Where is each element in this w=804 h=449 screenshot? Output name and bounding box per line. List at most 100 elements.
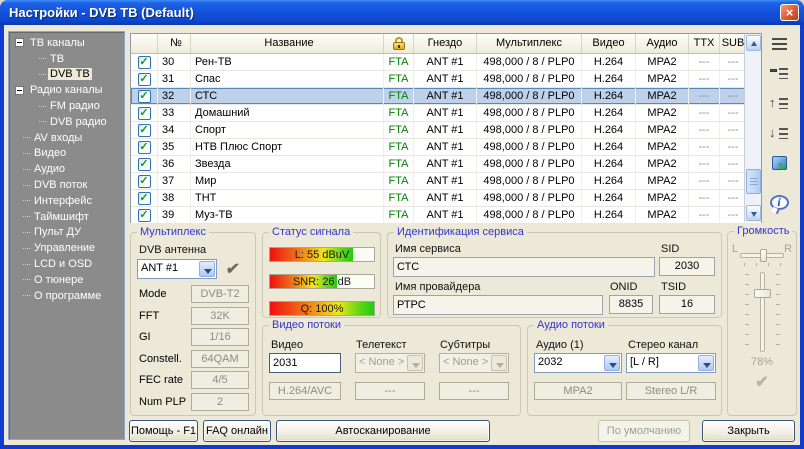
chevron-down-icon[interactable] (604, 355, 620, 371)
sidebar-item-fm-радио[interactable]: FM радио (9, 98, 124, 114)
multiplex-cell: 498,000 / 8 / PLP0 (477, 207, 582, 223)
audio-column-header[interactable]: Аудио (636, 34, 689, 53)
sidebar-item-аудио[interactable]: Аудио (9, 161, 124, 177)
sidebar-item-тв-каналы[interactable]: ТВ каналы (9, 35, 124, 51)
multiplex-column-header[interactable]: Мультиплекс (477, 34, 582, 53)
scroll-up-icon[interactable] (746, 35, 761, 51)
table-scrollbar[interactable] (744, 34, 761, 222)
sidebar-item-видео[interactable]: Видео (9, 146, 124, 162)
video-codec-cell: H.264 (582, 88, 636, 104)
apply-antenna-check-icon[interactable]: ✔ (225, 259, 241, 279)
ttx-column-header[interactable]: TTX (689, 34, 720, 53)
sidebar-item-радио-каналы[interactable]: Радио каналы (9, 82, 124, 98)
chevron-down-icon[interactable] (698, 355, 714, 371)
scroll-down-icon[interactable] (746, 205, 761, 221)
scrollbar-thumb[interactable] (746, 169, 761, 194)
sidebar-item-тв[interactable]: ТВ (9, 51, 124, 67)
close-icon[interactable]: × (780, 4, 799, 21)
tree-collapse-icon[interactable] (15, 38, 24, 47)
move-up-button[interactable]: ↑ (767, 92, 791, 114)
refresh-button[interactable] (767, 152, 791, 174)
sidebar-item-dvb-поток[interactable]: DVB поток (9, 177, 124, 193)
channel-checkbox[interactable]: ✓ (138, 124, 151, 137)
remove-channel-button[interactable] (767, 62, 791, 84)
defaults-button: По умолчанию (598, 420, 690, 442)
chevron-down-icon[interactable] (199, 261, 215, 277)
audio-codec-value: MPA2 (534, 382, 622, 400)
channel-row-37[interactable]: ✓37МирFTAANT #1498,000 / 8 / PLP0H.264MP… (131, 173, 761, 190)
sidebar-item-dvb-тв[interactable]: DVB ТВ (9, 67, 124, 83)
sub-cell: --- (720, 156, 746, 172)
video-pid-input[interactable] (269, 353, 341, 373)
sidebar-item-lcd-и-osd[interactable]: LCD и OSD (9, 256, 124, 272)
audio-pid-select[interactable]: 2032 (534, 353, 622, 373)
sidebar-item-av-входы[interactable]: AV входы (9, 130, 124, 146)
tree-line (23, 279, 30, 280)
checkbox-column-header[interactable] (131, 34, 158, 53)
channel-row-32[interactable]: ✓32СТСFTAANT #1498,000 / 8 / PLP0H.264MP… (131, 88, 761, 105)
channel-row-34[interactable]: ✓34СпортFTAANT #1498,000 / 8 / PLP0H.264… (131, 122, 761, 139)
titlebar[interactable]: Настройки - DVB ТВ (Default) × (0, 0, 804, 25)
faq-button[interactable]: FAQ онлайн (203, 420, 271, 442)
info-button[interactable] (767, 191, 791, 213)
channel-row-39[interactable]: ✓39Муз-ТВFTAANT #1498,000 / 8 / PLP0H.26… (131, 207, 761, 224)
channel-checkbox[interactable]: ✓ (138, 107, 151, 120)
channel-row-36[interactable]: ✓36ЗвездаFTAANT #1498,000 / 8 / PLP0H.26… (131, 156, 761, 173)
sidebar-item-label: Интерфейс (32, 195, 94, 207)
antenna-select[interactable]: ANT #1 (137, 259, 217, 279)
channel-number: 39 (158, 207, 191, 223)
channel-checkbox[interactable]: ✓ (138, 175, 151, 188)
lock-column-header[interactable] (384, 34, 414, 53)
autoscan-button[interactable]: Автосканирование (276, 420, 490, 442)
sidebar-item-таймшифт[interactable]: Таймшифт (9, 209, 124, 225)
video-codec-cell: H.264 (582, 122, 636, 138)
sidebar-item-о-тюнере[interactable]: О тюнере (9, 272, 124, 288)
sidebar-item-интерфейс[interactable]: Интерфейс (9, 193, 124, 209)
sidebar-item-label: ТВ каналы (28, 37, 87, 49)
channel-checkbox[interactable]: ✓ (138, 90, 151, 103)
channel-row-38[interactable]: ✓38ТНТFTAANT #1498,000 / 8 / PLP0H.264MP… (131, 190, 761, 207)
access-badge: FTA (384, 173, 414, 189)
stereo-channel-select[interactable]: [L / R] (626, 353, 716, 373)
socket-cell: ANT #1 (414, 122, 477, 138)
channel-checkbox[interactable]: ✓ (138, 56, 151, 69)
sub-column-header[interactable]: SUB (720, 34, 746, 53)
access-badge: FTA (384, 190, 414, 206)
channel-checkbox[interactable]: ✓ (138, 209, 151, 222)
channel-row-35[interactable]: ✓35НТВ Плюс СпортFTAANT #1498,000 / 8 / … (131, 139, 761, 156)
video-column-header[interactable]: Видео (582, 34, 636, 53)
subtitles-select: < None > (439, 353, 509, 373)
service-name-field[interactable] (393, 257, 655, 277)
channel-table-header[interactable]: №Название ГнездоМультиплексВидеоАудиоTTXS… (131, 34, 761, 54)
tree-line (23, 153, 30, 154)
channel-row-33[interactable]: ✓33ДомашнийFTAANT #1498,000 / 8 / PLP0H.… (131, 105, 761, 122)
audio-codec-cell: MPA2 (636, 54, 689, 70)
move-down-button[interactable]: ↓ (767, 122, 791, 144)
audio-codec-cell: MPA2 (636, 190, 689, 206)
multiplex-cell: 498,000 / 8 / PLP0 (477, 71, 582, 87)
channel-row-31[interactable]: ✓31СпасFTAANT #1498,000 / 8 / PLP0H.264M… (131, 71, 761, 88)
ttx-cell: --- (689, 54, 720, 70)
channel-checkbox[interactable]: ✓ (138, 158, 151, 171)
sidebar-item-label: Управление (32, 242, 97, 254)
multiplex-param-row: FEC rate4/5 (137, 371, 249, 389)
signal-bar-label: L: 55 dBuV (270, 248, 374, 263)
channel-checkbox[interactable]: ✓ (138, 141, 151, 154)
channel-list-button[interactable] (767, 33, 791, 55)
teletext-label: Телетекст (356, 339, 407, 351)
param-value: 1/16 (191, 328, 249, 346)
sidebar-item-управление[interactable]: Управление (9, 240, 124, 256)
socket-column-header[interactable]: Гнездо (414, 34, 477, 53)
sidebar-item-о-программе[interactable]: О программе (9, 288, 124, 304)
close-button[interactable]: Закрыть (702, 420, 795, 442)
provider-name-field[interactable] (393, 295, 603, 315)
num-column-header[interactable]: № (158, 34, 191, 53)
channel-checkbox[interactable]: ✓ (138, 73, 151, 86)
sidebar-item-пульт-ду[interactable]: Пульт ДУ (9, 225, 124, 241)
channel-checkbox[interactable]: ✓ (138, 192, 151, 205)
name-column-header[interactable]: Название (191, 34, 384, 53)
help-button[interactable]: Помощь - F1 (129, 420, 198, 442)
channel-row-30[interactable]: ✓30Рен-ТВFTAANT #1498,000 / 8 / PLP0H.26… (131, 54, 761, 71)
tree-collapse-icon[interactable] (15, 86, 24, 95)
sidebar-item-dvb-радио[interactable]: DVB радио (9, 114, 124, 130)
